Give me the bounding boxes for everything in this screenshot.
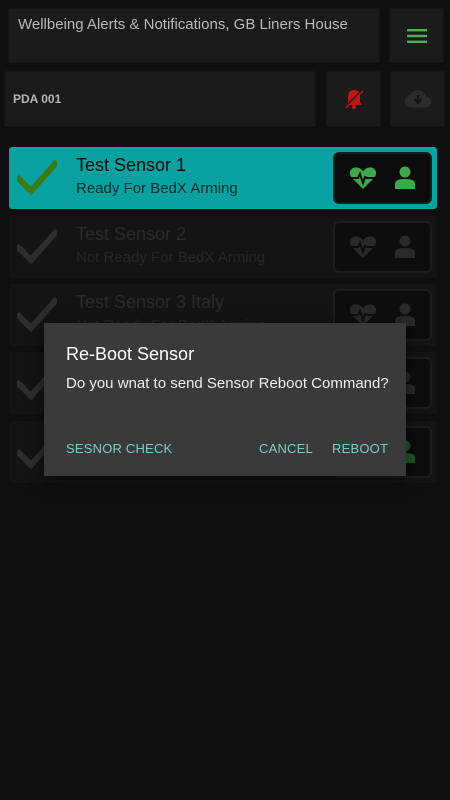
dialog-message: Do you wnat to send Sensor Reboot Comman… [66,375,389,392]
cancel-button[interactable]: CANCEL [259,441,313,456]
dialog-title: Re-Boot Sensor [66,344,195,364]
sensor-check-button[interactable]: SESNOR CHECK [66,441,172,456]
reboot-dialog: Re-Boot Sensor Do you wnat to send Senso… [44,323,406,476]
reboot-button[interactable]: REBOOT [332,441,388,456]
